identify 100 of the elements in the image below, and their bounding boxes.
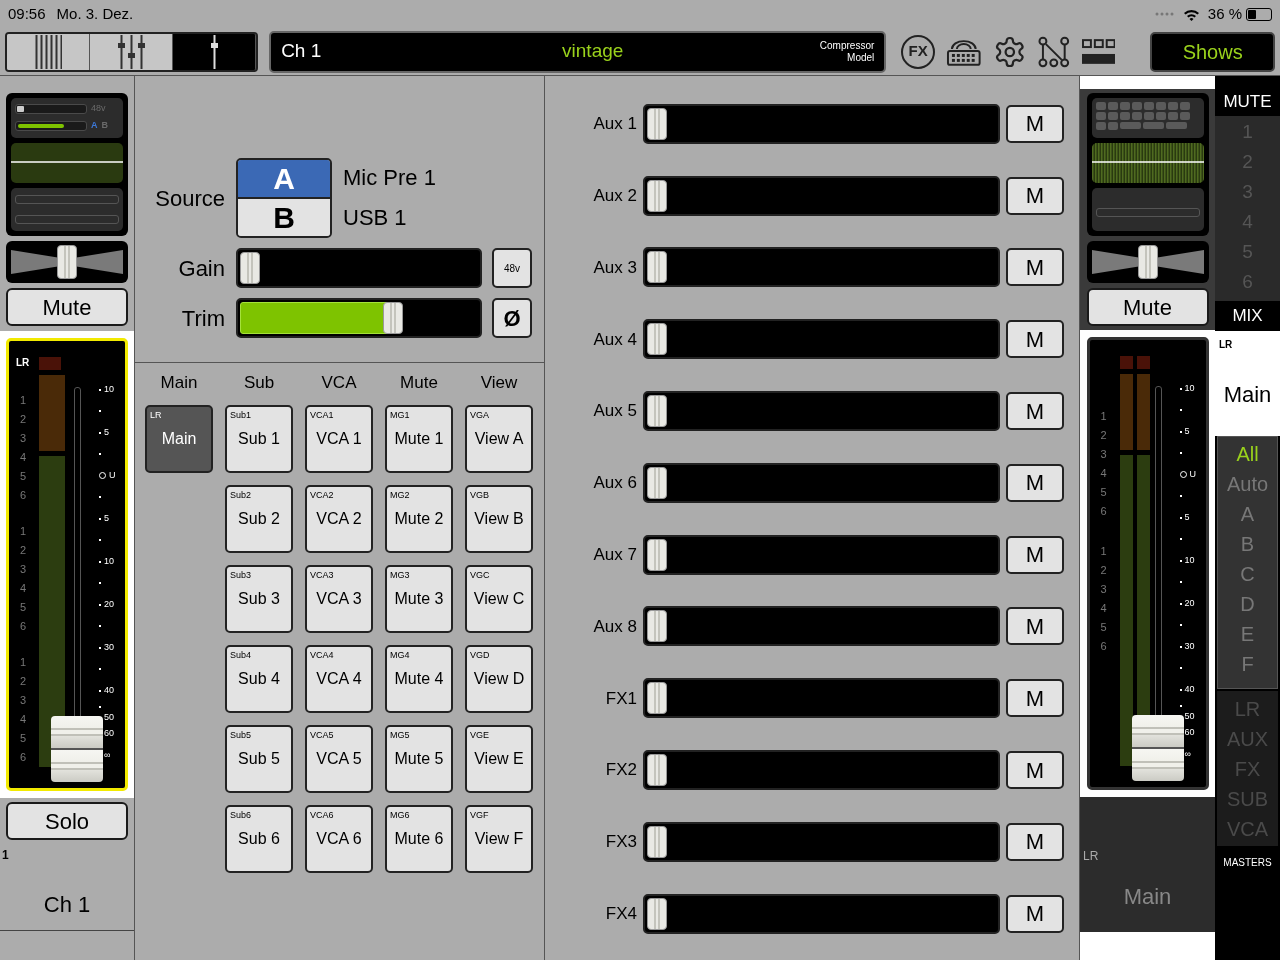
shows-button[interactable]: Shows [1150,31,1275,72]
gain-slider[interactable] [236,248,482,288]
source-name: USB 1 [343,204,408,232]
mute-button[interactable]: M [1006,751,1064,790]
send-slider[interactable] [643,247,1000,288]
fader-thumb[interactable] [51,716,103,783]
mute-button[interactable]: M [1006,607,1064,646]
mute-button[interactable]: Mute [1086,288,1209,326]
assign-button[interactable]: Sub2 Sub 2 [225,485,293,553]
source-option[interactable]: B [238,199,330,236]
mute-button[interactable]: M [1006,894,1064,933]
tick-icon [99,410,101,413]
send-label: Aux 7 [592,543,637,566]
pan-slider[interactable] [6,241,128,283]
assign-button[interactable]: Sub3 Sub 3 [225,565,293,633]
send-slider[interactable] [643,319,1000,360]
fader-thumb[interactable] [1131,715,1184,782]
layout-icon[interactable] [1081,37,1116,66]
mute-button[interactable]: M [1006,248,1064,287]
assign-button[interactable]: MG2 Mute 2 [385,485,453,553]
assign-button[interactable]: VCA3 VCA 3 [305,565,373,633]
slider-thumb[interactable] [647,754,667,787]
assign-button[interactable]: VGA View A [465,405,533,473]
assign-button[interactable]: VGC View C [465,565,533,633]
channel-label: Ch 1 [42,891,92,919]
assign-button[interactable]: VCA4 VCA 4 [305,645,373,713]
pan-slider[interactable] [1086,241,1209,283]
assign-button[interactable]: Sub5 Sub 5 [225,725,293,793]
mute-button[interactable]: M [1006,104,1064,143]
assign-button[interactable]: VCA6 VCA 6 [305,805,373,873]
slider-thumb[interactable] [647,466,667,499]
slider-thumb[interactable] [383,302,403,334]
send-slider[interactable] [643,893,1000,934]
channel-number: 1 [18,524,28,539]
view-tab[interactable] [7,33,91,70]
assign-button[interactable]: MG4 Mute 4 [385,645,453,713]
mute-button[interactable]: Mute [6,288,128,326]
assign-button[interactable]: VCA1 VCA 1 [305,405,373,473]
assign-button[interactable]: Sub6 Sub 6 [225,805,293,873]
assign-button[interactable]: MG3 Mute 3 [385,565,453,633]
send-slider[interactable] [643,103,1000,144]
assign-button[interactable]: Sub1 Sub 1 [225,405,293,473]
assign-label: View E [474,749,524,769]
mute-button[interactable]: M [1006,176,1064,215]
mute-button[interactable]: M [1006,535,1064,574]
mute-button[interactable]: M [1006,822,1064,861]
assign-button[interactable]: MG6 Mute 6 [385,805,453,873]
assign-button[interactable]: Sub4 Sub 4 [225,645,293,713]
slider-thumb[interactable] [647,682,667,715]
mute-button[interactable]: M [1006,320,1064,359]
send-slider[interactable] [643,534,1000,575]
assign-button[interactable]: VGD View D [465,645,533,713]
send-slider[interactable] [643,391,1000,432]
mute-button[interactable]: M [1006,463,1064,502]
slider-thumb[interactable] [647,538,667,571]
mute-button[interactable]: M [1006,679,1064,718]
slider-thumb[interactable] [647,323,667,356]
assign-tag: VGF [470,809,489,823]
slider-thumb[interactable] [647,179,667,212]
fx-button[interactable]: FX [901,34,935,69]
pan-thumb[interactable] [57,245,77,279]
assign-button[interactable]: LR Main [145,405,213,473]
slider-thumb[interactable] [647,897,667,930]
slider-thumb[interactable] [647,395,667,428]
slider-thumb[interactable] [647,610,667,643]
channel-number: 6 [1099,504,1108,519]
solo-button[interactable]: Solo [6,802,128,840]
assign-button[interactable]: VGE View E [465,725,533,793]
assign-button[interactable]: VCA5 VCA 5 [305,725,373,793]
pan-thumb[interactable] [1137,245,1158,279]
slider-thumb[interactable] [240,252,260,284]
assign-button[interactable]: VGB View B [465,485,533,553]
send-slider[interactable] [643,462,1000,503]
tick-icon [1179,624,1182,627]
column-header: Mute [400,373,438,394]
source-option[interactable]: A [238,160,330,199]
phase-button[interactable]: Ø [492,298,532,338]
assign-button[interactable]: VCA2 VCA 2 [305,485,373,553]
send-slider[interactable] [643,678,1000,719]
assign-tag: VGA [470,409,489,423]
assign-button[interactable]: MG5 Mute 5 [385,725,453,793]
phantom-power-button[interactable]: 48v [492,248,532,288]
slider-thumb[interactable] [647,107,667,140]
view-tab[interactable] [90,33,174,70]
channel-number: 3 [18,431,28,446]
assign-button[interactable]: MG1 Mute 1 [385,405,453,473]
slider-thumb[interactable] [647,825,667,858]
tick-icon [99,517,101,520]
filter-option[interactable]: All [1218,439,1277,469]
assign-button[interactable]: VGF View F [465,805,533,873]
mute-button[interactable]: M [1006,392,1064,431]
send-slider[interactable] [643,175,1000,216]
view-tab[interactable] [173,33,257,70]
send-slider[interactable] [643,750,1000,791]
scale-label: 50 [1184,709,1195,723]
routing-icon[interactable] [1037,34,1071,69]
send-slider[interactable] [643,821,1000,862]
send-slider[interactable] [643,606,1000,647]
trim-slider[interactable] [236,298,482,338]
slider-thumb[interactable] [647,251,667,284]
